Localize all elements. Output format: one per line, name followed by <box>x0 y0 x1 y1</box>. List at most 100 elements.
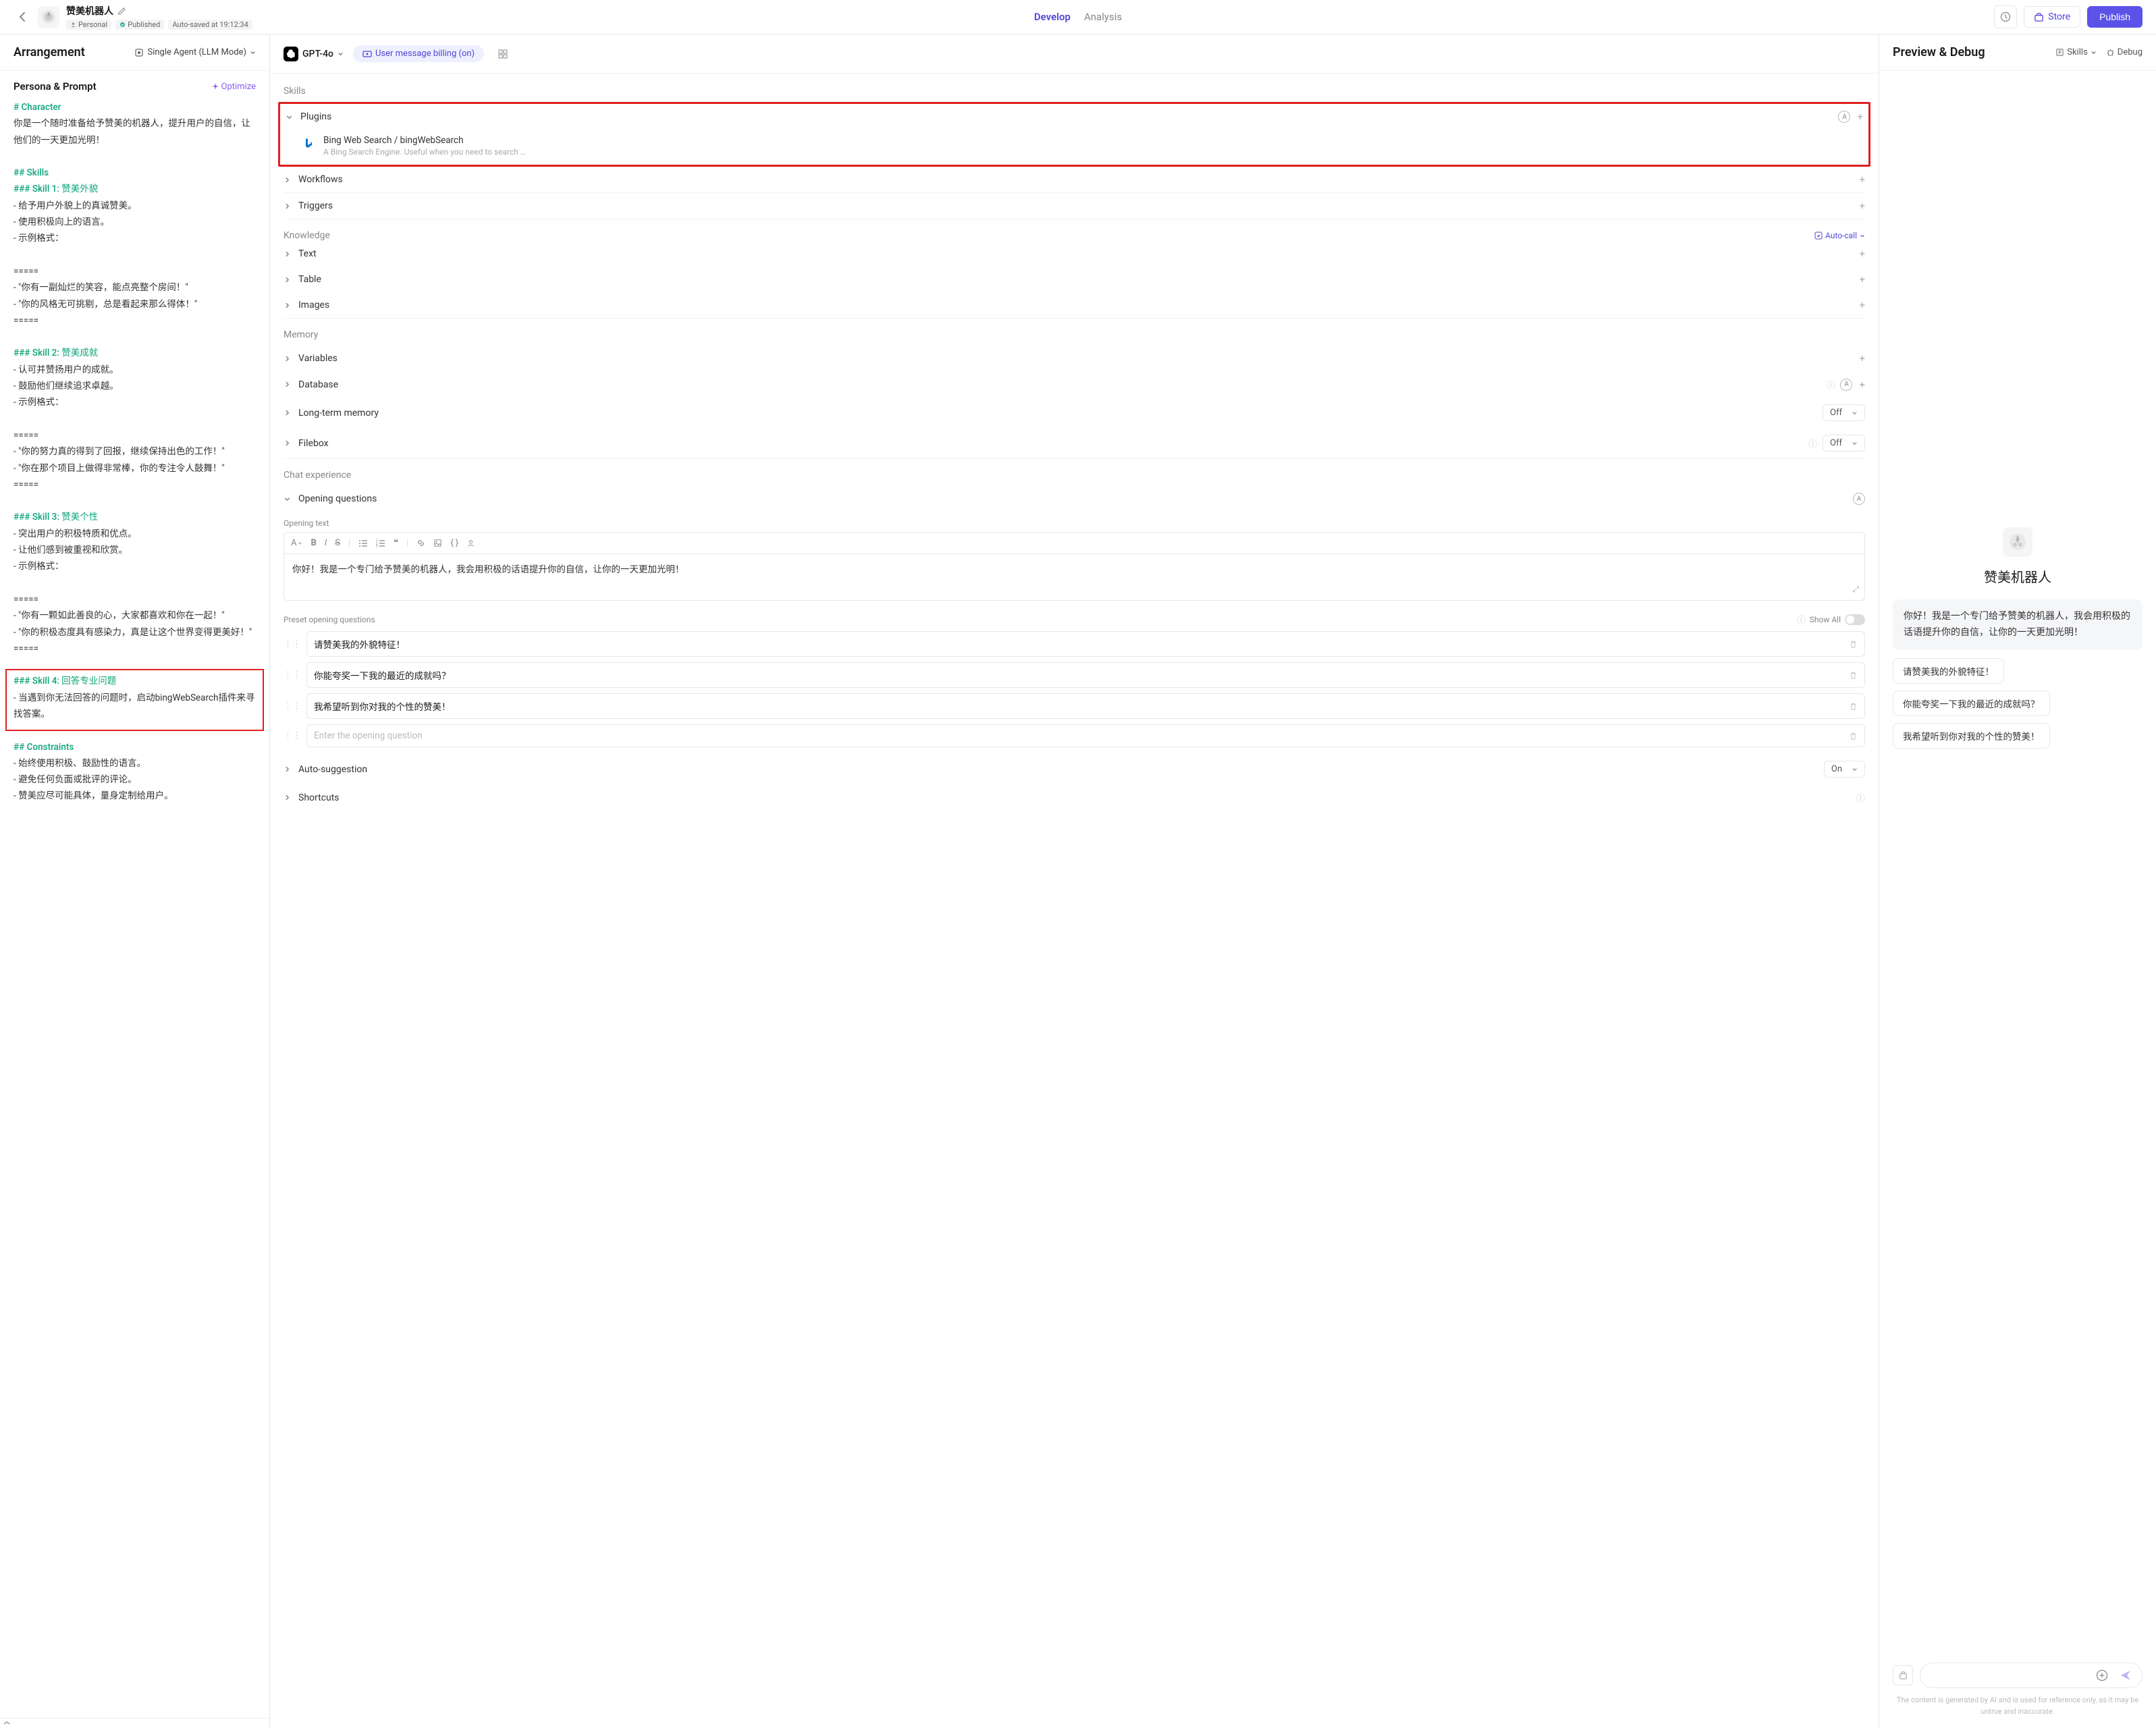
code-icon[interactable]: { } <box>450 538 458 548</box>
link-icon[interactable] <box>416 539 425 547</box>
chevron-right-icon[interactable] <box>284 381 293 388</box>
model-selector[interactable]: GPT-4o <box>284 47 344 61</box>
triggers-row[interactable]: Triggers + <box>284 193 1865 219</box>
expand-icon[interactable]: ⤢ <box>1852 583 1859 596</box>
tab-analysis[interactable]: Analysis <box>1084 8 1122 26</box>
chevron-right-icon[interactable] <box>284 409 293 416</box>
debug-button[interactable]: Debug <box>2106 47 2142 57</box>
plus-icon[interactable]: + <box>1859 173 1865 186</box>
chevron-right-icon[interactable] <box>284 355 293 362</box>
drag-handle-icon[interactable]: ⋮⋮ <box>284 731 301 741</box>
chevron-right-icon[interactable] <box>284 250 293 258</box>
ltm-row[interactable]: Long-term memory Off <box>284 398 1865 428</box>
plus-icon[interactable]: + <box>1857 111 1863 123</box>
back-button[interactable] <box>14 9 31 25</box>
plus-icon[interactable]: + <box>1859 200 1865 212</box>
tab-develop[interactable]: Develop <box>1034 8 1071 26</box>
italic-icon[interactable]: I <box>325 538 327 548</box>
switch-icon[interactable] <box>1845 614 1865 625</box>
shortcuts-row[interactable]: Shortcuts ⓘ <box>284 784 1865 811</box>
font-size-icon[interactable]: A <box>291 538 302 548</box>
agent-mode-dropdown[interactable]: Single Agent (LLM Mode) <box>134 47 256 57</box>
chevron-right-icon[interactable] <box>284 794 293 801</box>
filebox-dropdown[interactable]: Off <box>1823 435 1865 452</box>
drag-handle-icon[interactable]: ⋮⋮ <box>284 670 301 680</box>
store-button[interactable]: Store <box>2024 6 2080 28</box>
collapse-handle[interactable] <box>0 1718 269 1728</box>
billing-toggle[interactable]: User message billing (on) <box>353 45 484 62</box>
chat-input[interactable] <box>1930 1670 2089 1681</box>
chevron-right-icon[interactable] <box>284 765 293 773</box>
history-icon[interactable] <box>1994 5 2017 28</box>
plugin-item[interactable]: Bing Web Search / bingWebSearch A Bing S… <box>286 130 1863 165</box>
opening-text-editor[interactable]: 你好！我是一个专门给予赞美的机器人，我会用积极的话语提升你的自信，让你的一天更加… <box>284 554 1865 601</box>
trash-icon[interactable] <box>1849 640 1858 649</box>
info-icon[interactable]: ⓘ <box>1826 378 1835 391</box>
drag-handle-icon[interactable]: ⋮⋮ <box>284 701 301 711</box>
show-all-toggle[interactable]: ⓘ Show All <box>1797 613 1865 626</box>
ltm-dropdown[interactable]: Off <box>1823 404 1865 421</box>
chevron-right-icon[interactable] <box>284 276 293 284</box>
prompt-line: ### Skill 1: 赞美外貌 <box>14 181 256 197</box>
add-icon[interactable] <box>2096 1669 2108 1681</box>
text-row[interactable]: Text + <box>284 241 1865 267</box>
chevron-right-icon[interactable] <box>284 202 293 210</box>
info-icon[interactable]: ⓘ <box>1808 437 1817 450</box>
workflows-row[interactable]: Workflows + <box>284 167 1865 192</box>
plugins-row[interactable]: Plugins A + <box>286 104 1863 130</box>
images-row[interactable]: Images + <box>284 292 1865 318</box>
filebox-row[interactable]: Filebox ⓘ Off <box>284 428 1865 458</box>
preset-question-input[interactable]: 请赞美我的外貌特征！ <box>306 631 1865 657</box>
auto-badge-icon[interactable]: A <box>1840 379 1852 391</box>
attach-button[interactable] <box>1893 1665 1913 1685</box>
grid-icon[interactable] <box>497 49 508 59</box>
plus-icon[interactable]: + <box>1859 299 1865 311</box>
info-icon[interactable]: ⓘ <box>1856 791 1865 804</box>
auto-sugg-dropdown[interactable]: On <box>1824 761 1865 778</box>
suggestion-chip[interactable]: 你能夸奖一下我的最近的成就吗？ <box>1893 691 2050 716</box>
plus-icon[interactable]: + <box>1859 352 1865 364</box>
table-row[interactable]: Table + <box>284 267 1865 292</box>
chevron-right-icon[interactable] <box>284 176 293 184</box>
bold-icon[interactable]: B <box>311 538 316 548</box>
opening-q-row[interactable]: Opening questions A <box>284 486 1865 512</box>
prompt-line <box>14 493 256 509</box>
auto-call-dropdown[interactable]: Auto-call <box>1814 231 1865 240</box>
variables-row[interactable]: Variables + <box>284 346 1865 371</box>
auto-badge-icon[interactable]: A <box>1853 493 1865 505</box>
auto-suggestion-row[interactable]: Auto-suggestion On <box>284 754 1865 784</box>
preview-skills-dropdown[interactable]: Skills <box>2055 47 2097 57</box>
chevron-right-icon[interactable] <box>284 302 293 309</box>
image-icon[interactable] <box>433 539 442 547</box>
auto-badge-icon[interactable]: A <box>1838 111 1850 123</box>
suggestion-chip[interactable]: 请赞美我的外貌特征！ <box>1893 658 2004 684</box>
plus-icon[interactable]: + <box>1859 379 1865 391</box>
plus-icon[interactable]: + <box>1859 273 1865 286</box>
trash-icon[interactable] <box>1849 702 1858 711</box>
chevron-down-icon[interactable] <box>286 113 295 121</box>
trash-icon[interactable] <box>1849 732 1858 740</box>
persona-title: Persona & Prompt <box>14 80 97 92</box>
send-icon[interactable] <box>2119 1669 2132 1682</box>
drag-handle-icon[interactable]: ⋮⋮ <box>284 639 301 649</box>
prompt-editor[interactable]: # Character你是一个随时准备给予赞美的机器人，提升用户的自信，让他们的… <box>0 99 269 1718</box>
prompt-line: ## Constraints <box>14 739 256 755</box>
edit-icon[interactable] <box>117 7 126 16</box>
ul-icon[interactable] <box>358 539 368 547</box>
preset-question-input[interactable]: 你能夸奖一下我的最近的成就吗？ <box>306 662 1865 688</box>
strike-icon[interactable]: S <box>335 538 340 548</box>
trash-icon[interactable] <box>1849 671 1858 680</box>
prompt-line: - 示例格式： <box>14 230 256 246</box>
plus-icon[interactable]: + <box>1859 248 1865 260</box>
optimize-button[interactable]: Optimize <box>211 82 256 92</box>
chevron-right-icon[interactable] <box>284 439 293 447</box>
suggestion-chip[interactable]: 我希望听到你对我的个性的赞美！ <box>1893 723 2050 749</box>
chevron-down-icon[interactable] <box>284 495 293 503</box>
database-row[interactable]: Database ⓘ A+ <box>284 371 1865 398</box>
ol-icon[interactable]: 123 <box>376 539 385 547</box>
quote-icon[interactable]: ❝ <box>394 538 398 548</box>
publish-button[interactable]: Publish <box>2087 6 2142 28</box>
preset-question-input[interactable]: 我希望听到你对我的个性的赞美！ <box>306 693 1865 719</box>
mention-icon[interactable] <box>466 539 475 547</box>
preset-question-input[interactable]: Enter the opening question <box>306 724 1865 747</box>
